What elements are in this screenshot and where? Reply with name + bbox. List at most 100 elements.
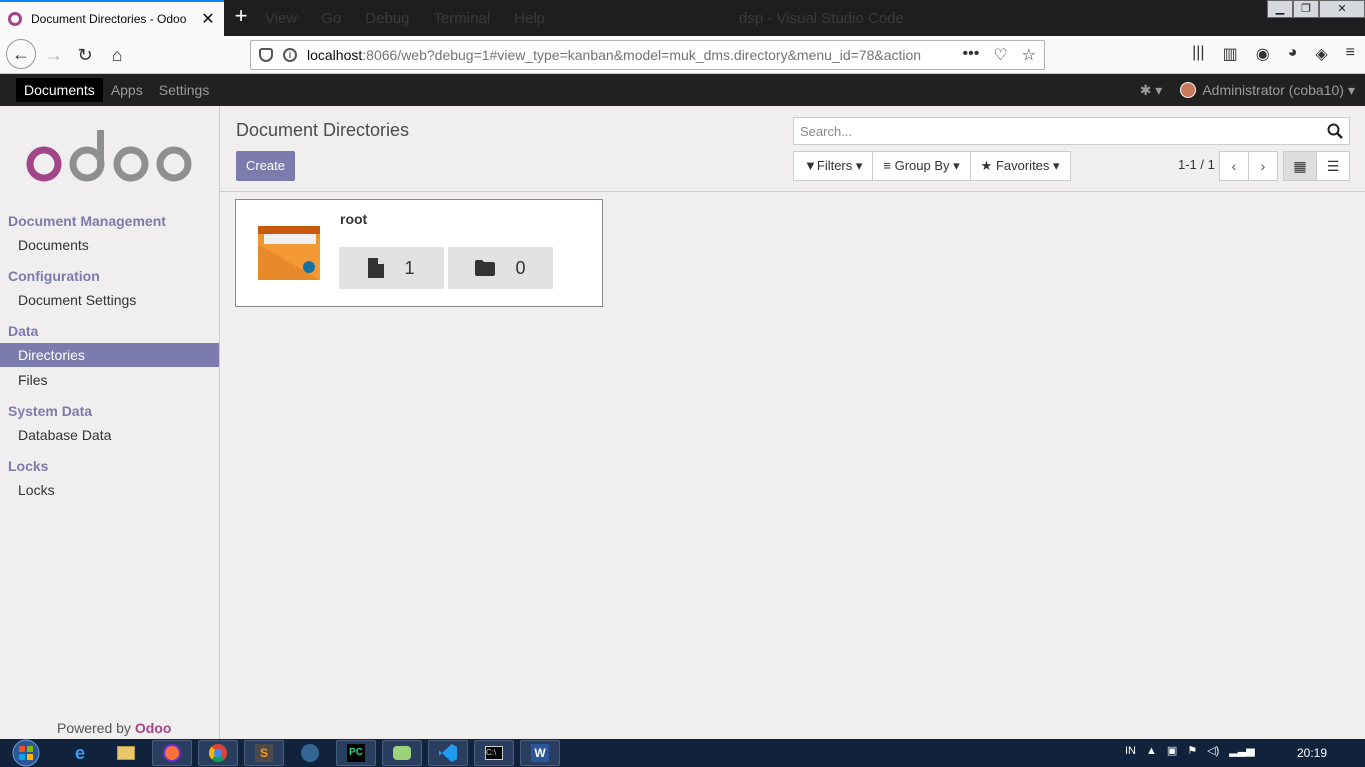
url-host: localhost [307, 47, 363, 63]
sidebar-item-documents[interactable]: Documents [0, 233, 219, 257]
group-by-dropdown[interactable]: ≡ Group By ▾ [872, 151, 971, 181]
taskbar-clock[interactable]: 20:19 [1297, 746, 1327, 760]
tab-close-icon[interactable]: ✕ [200, 9, 216, 29]
section-locks: Locks [8, 458, 49, 474]
minimize-icon[interactable]: ▁ [1267, 0, 1293, 18]
new-tab-button[interactable]: + [230, 4, 252, 30]
star-icon: ★ [980, 158, 996, 173]
sidebar-item-database-data[interactable]: Database Data [0, 423, 219, 447]
site-info-icon[interactable]: i [283, 48, 297, 62]
avatar [1180, 82, 1197, 98]
page-title: Document Directories [236, 120, 410, 140]
internet-explorer-icon[interactable]: e [60, 740, 100, 766]
restore-icon[interactable]: ❐ [1293, 0, 1319, 18]
debug-bug-icon[interactable]: ✱ ▾ [1140, 82, 1163, 99]
url-path: :8066/web?debug=1#view_type=kanban&model… [362, 47, 922, 63]
extension-icon[interactable]: ◈ [1315, 44, 1327, 64]
search-input[interactable]: Search... [793, 117, 1350, 145]
files-count: 1 [404, 257, 415, 278]
user-menu[interactable]: ✱ ▾ Administrator (coba10) ▾ [1140, 74, 1355, 106]
odoo-favicon-icon [8, 12, 22, 26]
forward-arrow-icon[interactable]: → [40, 41, 68, 69]
pager-value[interactable]: 1-1 / 1 [1178, 157, 1215, 172]
start-button-icon[interactable] [8, 739, 44, 767]
chevron-down-icon: ▾ [1347, 81, 1355, 98]
window-controls: ▁ ❐ ✕ [1267, 0, 1365, 18]
pocket-icon[interactable]: ♡ [993, 45, 1007, 65]
section-configuration: Configuration [8, 268, 100, 284]
reload-icon[interactable]: ↻ [71, 41, 99, 69]
sublime-text-icon[interactable]: S [244, 740, 284, 766]
directory-name[interactable]: root [340, 211, 367, 227]
section-document-management: Document Management [8, 213, 166, 229]
word-icon[interactable]: W [520, 740, 560, 766]
url-bar[interactable]: i localhost:8066/web?debug=1#view_type=k… [250, 40, 1045, 70]
volume-icon[interactable]: ◁) [1207, 744, 1219, 757]
powered-by-link[interactable]: Odoo [135, 720, 172, 736]
chrome-icon[interactable] [198, 740, 238, 766]
favorites-dropdown[interactable]: ★ Favorites ▾ [969, 151, 1071, 181]
close-window-icon[interactable]: ✕ [1319, 0, 1365, 18]
menu-apps[interactable]: Apps [103, 78, 151, 102]
sidebar: Document Management Documents Configurat… [0, 106, 220, 739]
search-options: ▼Filters ▾ ≡ Group By ▾ ★ Favorites ▾ [793, 151, 1071, 181]
sidebar-item-directories[interactable]: Directories [0, 343, 219, 367]
library-icon[interactable]: ||| [1192, 44, 1204, 64]
tab-title: Document Directories - Odoo [31, 12, 187, 26]
pager-previous-button[interactable]: ‹ [1219, 151, 1249, 181]
search-icon[interactable] [1327, 123, 1343, 139]
language-indicator[interactable]: IN [1125, 745, 1136, 757]
subdirectories-count-button[interactable]: 0 [448, 247, 553, 289]
windows-taskbar: e S PC C:\ W IN ▲ ▣ ⚑ ◁) ▂▃▅ 20:19 [0, 739, 1365, 767]
back-arrow-icon[interactable]: ← [6, 39, 36, 69]
kanban-card[interactable]: root 1 0 [235, 199, 603, 307]
browser-toolbar: ||| ▥ ◉ ◕ ◈ ≡ [1192, 44, 1355, 64]
sidebar-item-files[interactable]: Files [0, 368, 219, 392]
list-view-button[interactable]: ☰ [1316, 151, 1350, 181]
tracking-shield-icon[interactable] [259, 48, 273, 62]
section-system-data: System Data [8, 403, 93, 419]
signal-icon[interactable]: ▂▃▅ [1229, 744, 1254, 757]
account-icon[interactable]: ◉ [1256, 44, 1270, 64]
file-icon [368, 258, 385, 278]
home-icon[interactable]: ⌂ [103, 41, 131, 69]
folder-small-icon [475, 260, 496, 276]
postgres-icon[interactable] [290, 740, 330, 766]
filters-dropdown[interactable]: ▼Filters ▾ [793, 151, 874, 181]
sidebar-item-document-settings[interactable]: Document Settings [0, 288, 219, 312]
menu-documents[interactable]: Documents [16, 78, 103, 102]
browser-nav-bar: ← → ↻ ⌂ i localhost:8066/web?debug=1#vie… [0, 36, 1365, 74]
vscode-icon[interactable] [428, 740, 468, 766]
odoo-logo[interactable] [26, 128, 194, 188]
extension-monkey-icon[interactable]: ◕ [1288, 44, 1298, 64]
browser-tab[interactable]: Document Directories - Odoo ✕ [0, 0, 224, 36]
pager-next-button[interactable]: › [1248, 151, 1278, 181]
firefox-icon[interactable] [152, 740, 192, 766]
odoo-main-navbar: Documents Apps Settings ✱ ▾ Administrato… [0, 74, 1365, 106]
create-button[interactable]: Create [236, 151, 295, 181]
menu-settings[interactable]: Settings [151, 78, 218, 102]
pycharm-icon[interactable]: PC [336, 740, 376, 766]
kanban-view-button[interactable]: ▦ [1283, 151, 1317, 181]
hamburger-menu-icon[interactable]: ≡ [1346, 44, 1355, 64]
file-explorer-icon[interactable] [106, 740, 146, 766]
tray-expand-icon[interactable]: ▲ [1146, 745, 1157, 757]
page-actions-icon[interactable]: ••• [963, 45, 980, 65]
files-count-button[interactable]: 1 [339, 247, 444, 289]
command-prompt-icon[interactable]: C:\ [474, 740, 514, 766]
browser-tab-bar: Document Directories - Odoo ✕ + View Go De… [0, 0, 1365, 36]
tray-app-icon[interactable]: ▣ [1167, 744, 1177, 757]
system-tray: IN ▲ ▣ ⚑ ◁) ▂▃▅ [1125, 744, 1255, 758]
section-data: Data [8, 323, 39, 339]
search-placeholder: Search... [800, 123, 853, 139]
folder-icon [258, 226, 320, 280]
sidebar-item-locks[interactable]: Locks [0, 478, 219, 502]
filter-icon: ▼ [804, 158, 817, 173]
control-panel: Document Directories Create Search... ▼F… [220, 106, 1365, 192]
background-window-menu: View Go Debug Terminal Help dsp - Visual Stud… [265, 10, 904, 27]
bookmark-star-icon[interactable]: ☆ [1022, 45, 1036, 65]
powered-by: Powered by Odoo [57, 720, 172, 736]
network-off-icon[interactable]: ⚑ [1187, 744, 1197, 757]
sidebar-icon[interactable]: ▥ [1223, 44, 1238, 64]
chat-app-icon[interactable] [382, 740, 422, 766]
